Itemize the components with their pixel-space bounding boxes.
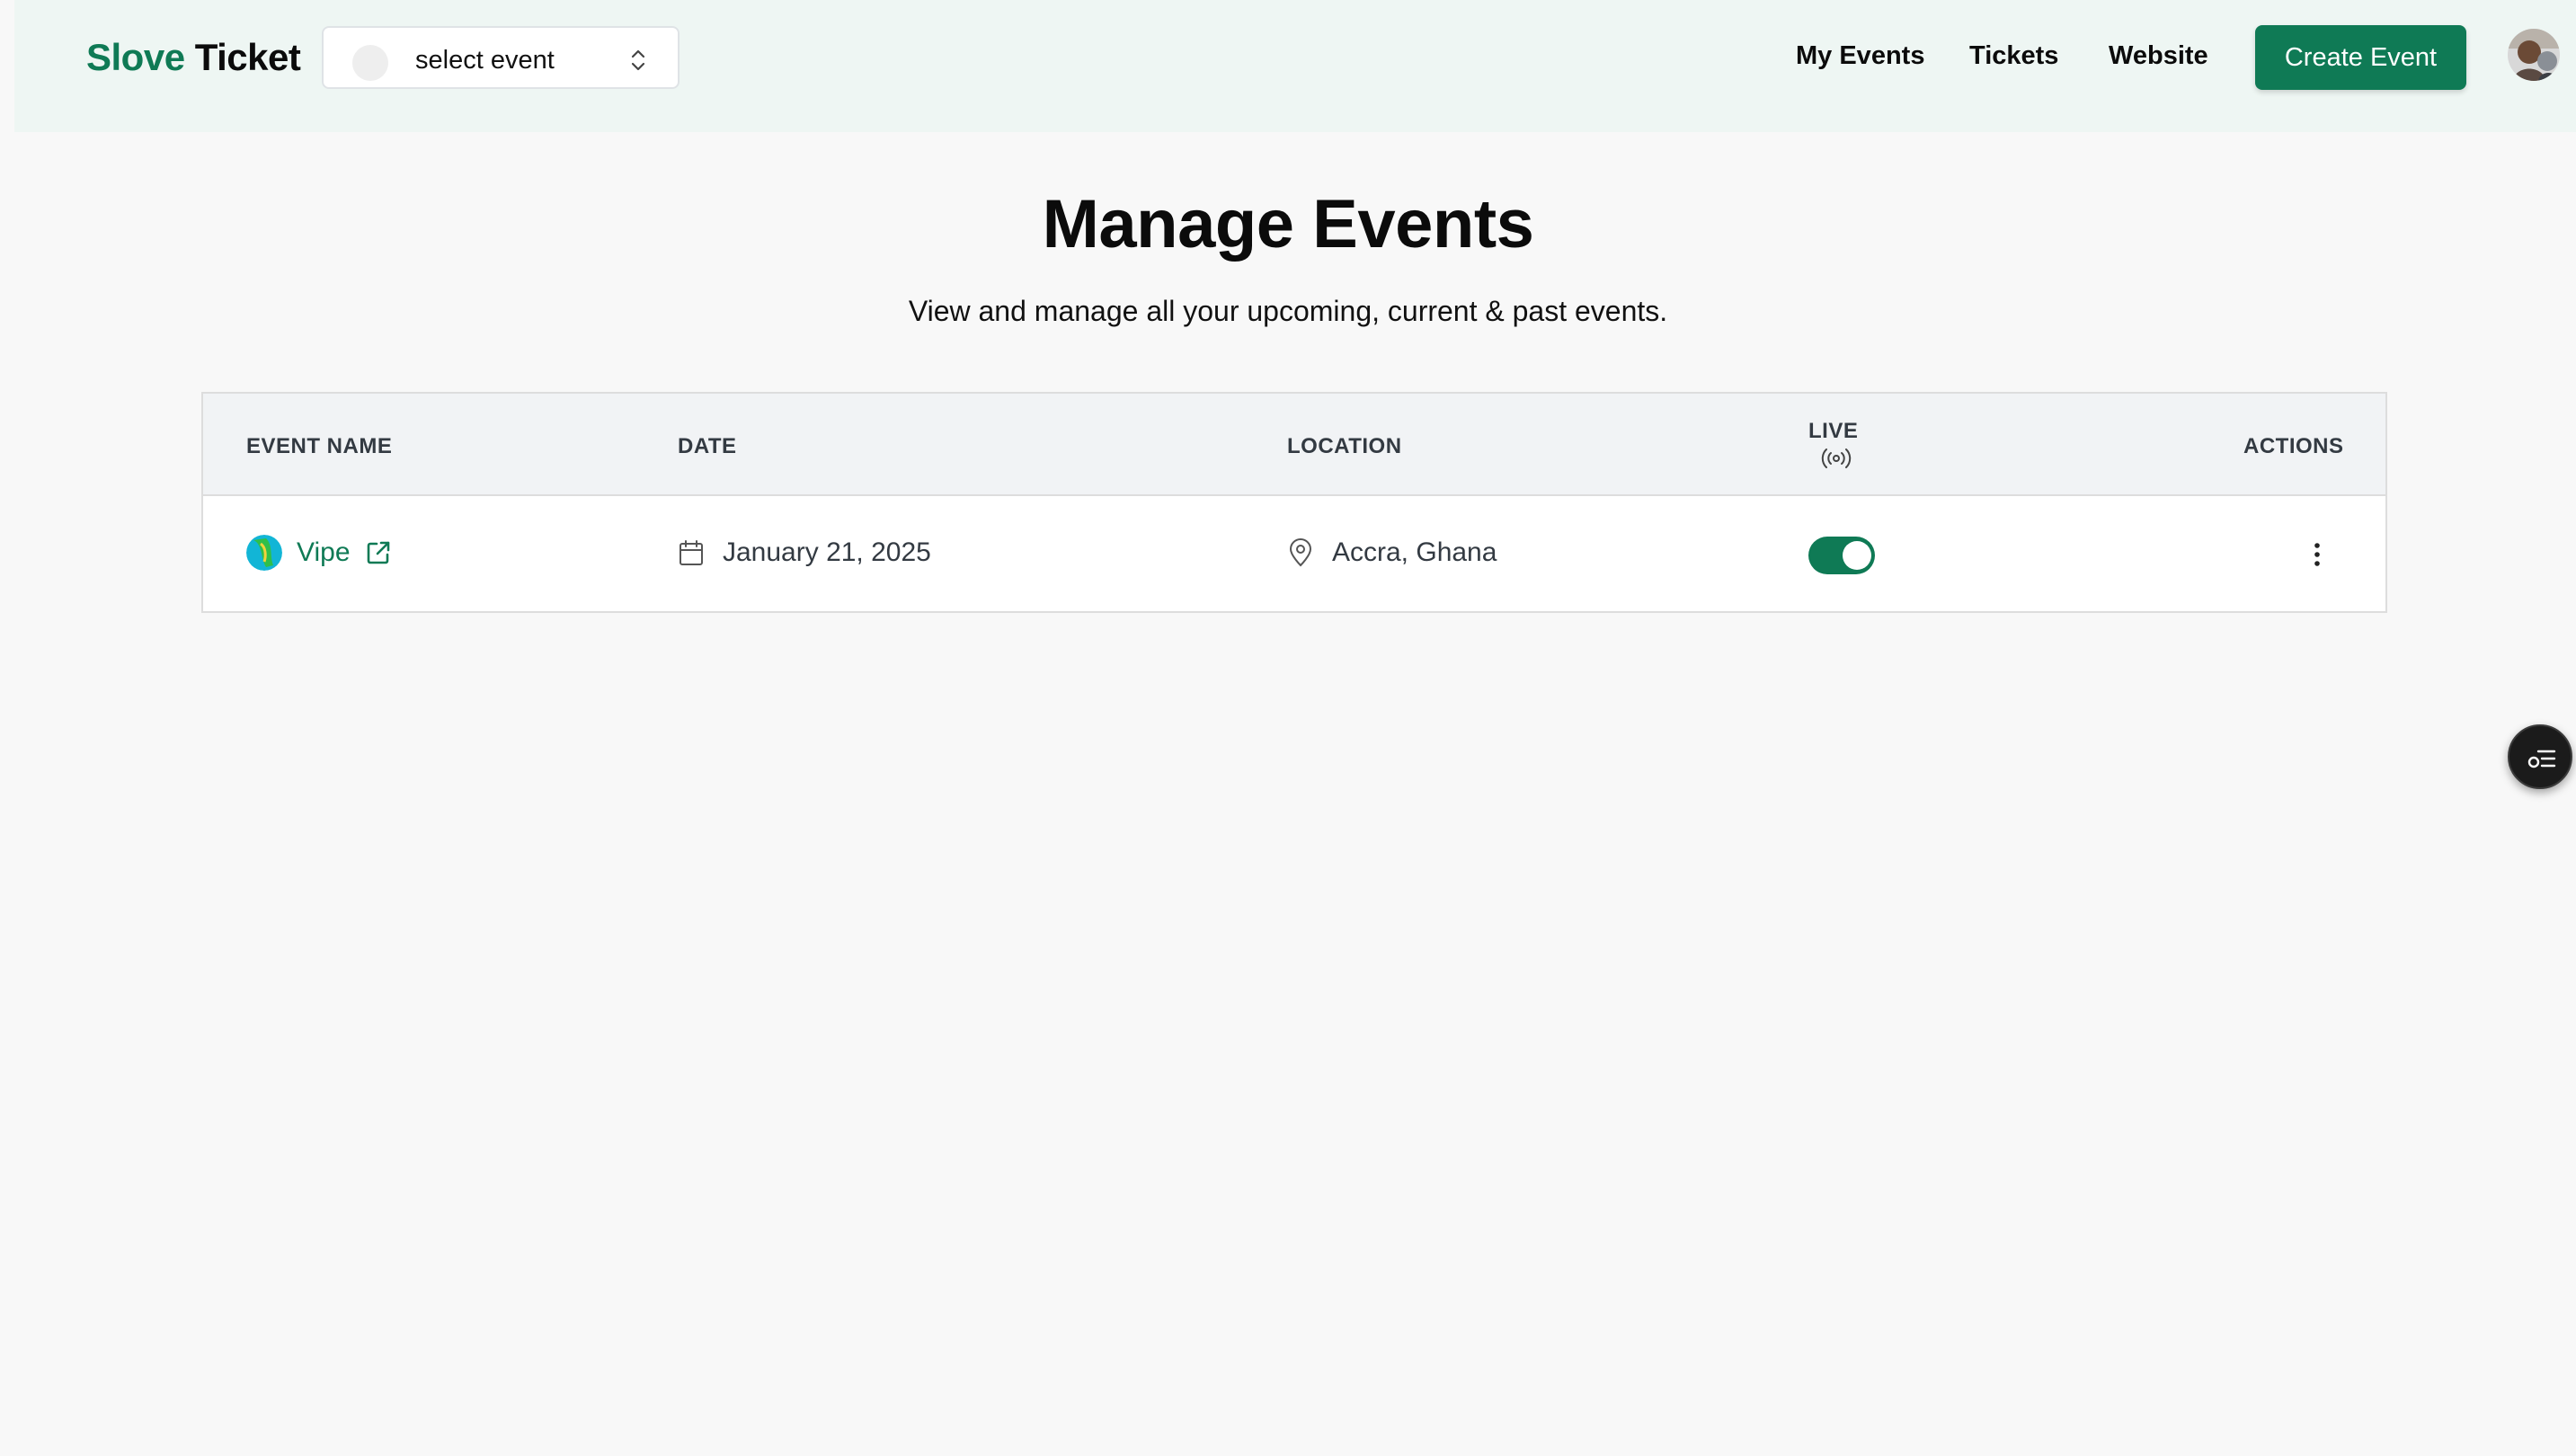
external-link-icon[interactable] xyxy=(365,539,392,566)
event-location: Accra, Ghana xyxy=(1332,537,1497,567)
event-selector-value: select event xyxy=(415,46,555,75)
map-pin-icon xyxy=(1289,538,1312,567)
chevron-updown-icon xyxy=(631,49,645,71)
page-title: Manage Events xyxy=(1042,186,1534,262)
floating-filter-button[interactable] xyxy=(2508,724,2572,789)
more-vertical-icon[interactable] xyxy=(2308,541,2326,568)
column-header-event-name: EVENT NAME xyxy=(246,434,393,458)
page-subtitle: View and manage all your upcoming, curre… xyxy=(908,295,1668,327)
column-header-live: LIVE xyxy=(1808,419,1859,443)
event-location-cell: Accra, Ghana xyxy=(1287,534,1497,572)
events-table: EVENT NAME DATE LOCATION LIVE ACTIONS Vi… xyxy=(201,392,2387,613)
event-selector-placeholder-avatar xyxy=(352,45,388,81)
create-event-button[interactable]: Create Event xyxy=(2255,25,2466,90)
broadcast-icon xyxy=(1821,448,1852,468)
nav-tickets[interactable]: Tickets xyxy=(1969,40,2058,72)
page: Slove Ticket select event My Events Tick… xyxy=(0,0,2576,1456)
calendar-icon xyxy=(680,540,703,565)
brand-name-part2: Ticket xyxy=(194,36,301,78)
table-row[interactable]: Vipe January 21, 2025 Accra, Ghana xyxy=(203,498,2385,613)
brand-logo[interactable]: Slove Ticket xyxy=(86,34,301,81)
event-date-cell: January 21, 2025 xyxy=(678,534,931,572)
filter-list-icon xyxy=(2527,750,2556,768)
user-avatar[interactable] xyxy=(2508,29,2560,81)
event-date: January 21, 2025 xyxy=(723,537,931,567)
nav-my-events[interactable]: My Events xyxy=(1796,40,1924,72)
toggle-knob xyxy=(1843,541,1871,570)
brand-name-part1: Slove xyxy=(86,36,185,78)
column-header-actions: ACTIONS xyxy=(2243,434,2344,458)
column-header-location: LOCATION xyxy=(1287,434,1402,458)
live-toggle[interactable] xyxy=(1808,537,1875,574)
event-name-cell: Vipe xyxy=(246,534,392,572)
nav-website[interactable]: Website xyxy=(2109,40,2208,72)
top-navigation-bar: Slove Ticket select event My Events Tick… xyxy=(14,0,2576,132)
event-logo xyxy=(246,535,282,571)
column-header-date: DATE xyxy=(678,434,737,458)
table-header: EVENT NAME DATE LOCATION LIVE ACTIONS xyxy=(203,394,2385,496)
event-selector[interactable]: select event xyxy=(322,26,680,89)
event-name-link[interactable]: Vipe xyxy=(297,537,351,569)
avatar-image xyxy=(2508,29,2560,81)
